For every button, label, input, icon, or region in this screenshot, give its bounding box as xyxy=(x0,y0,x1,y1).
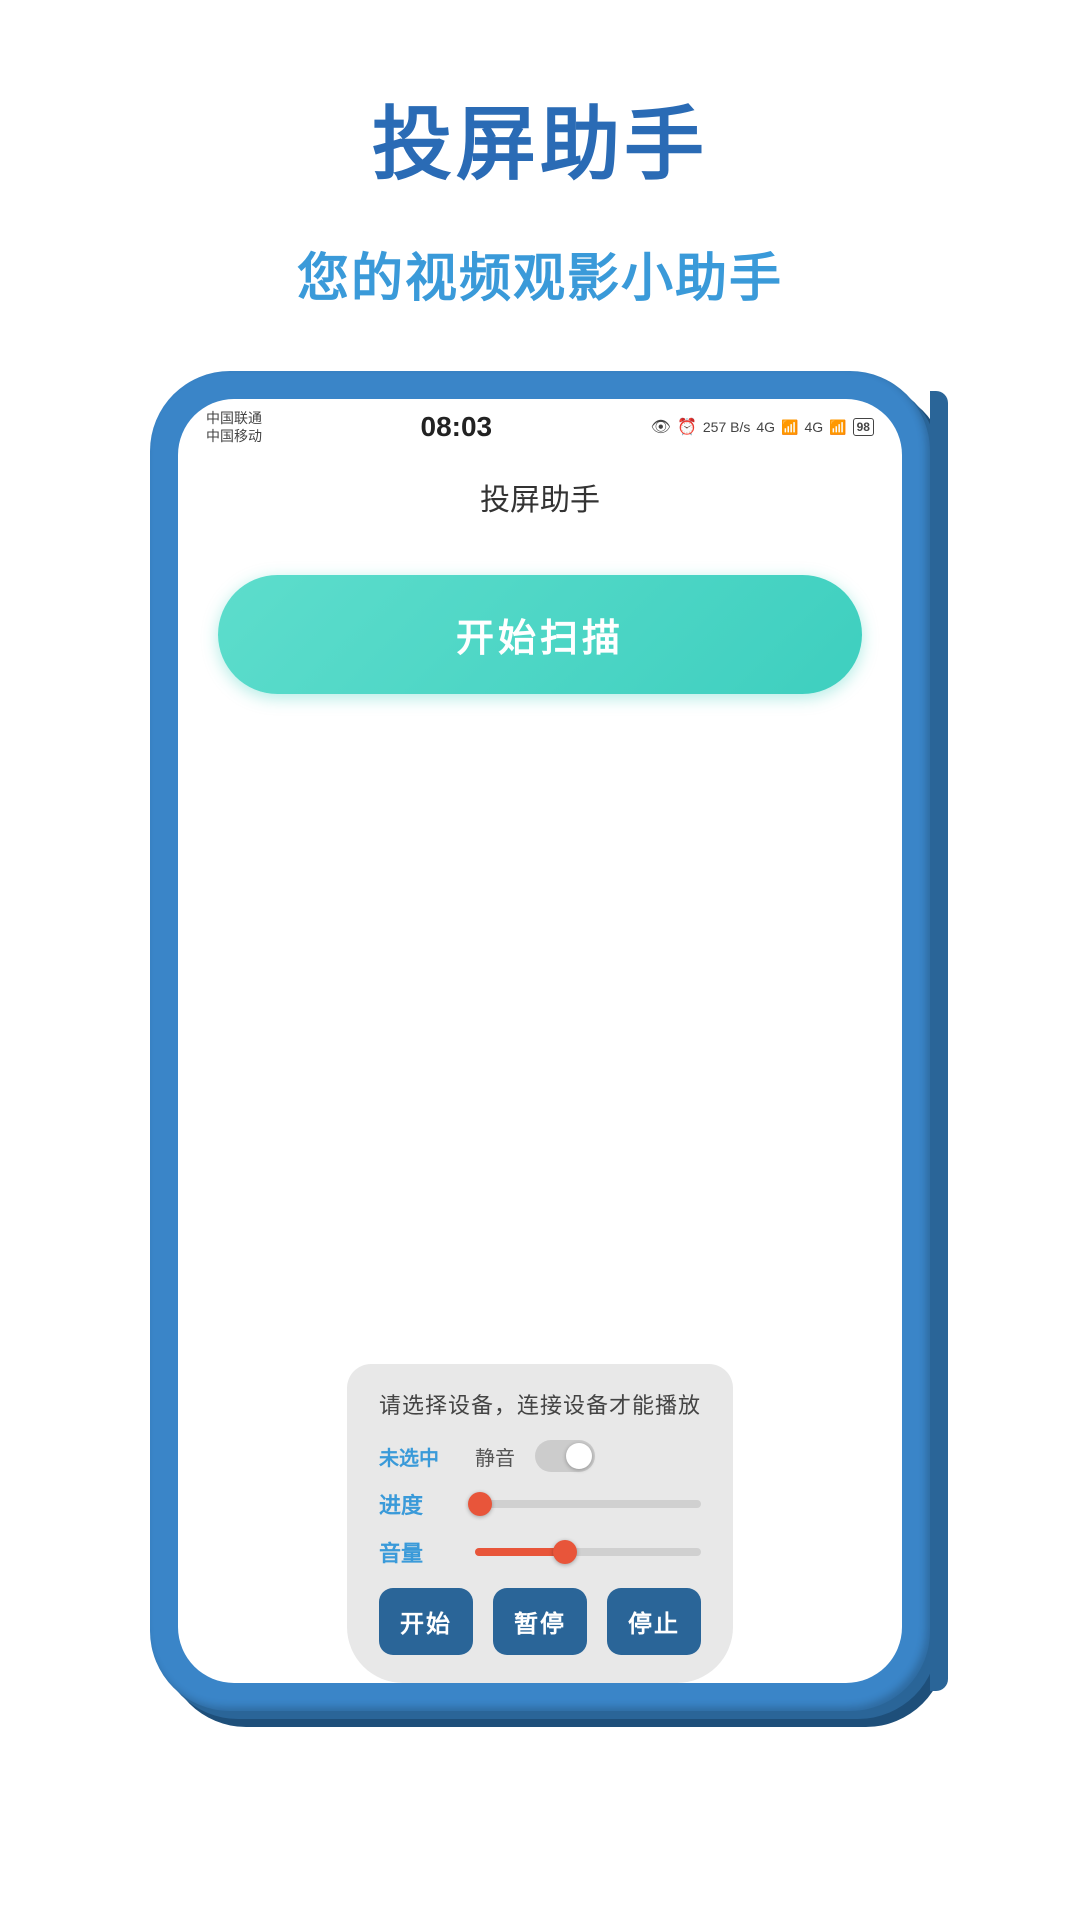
carrier2-label: 中国移动 xyxy=(206,427,262,445)
mute-text-label: 静音 xyxy=(475,1442,515,1471)
phone-mockup: 中国联通 中国移动 08:03 👁 ⏰ 257 B/s 4G 📶 4G 📶 98… xyxy=(150,371,930,1711)
signal1-icon: 4G xyxy=(756,419,775,435)
phone-frame: 中国联通 中国移动 08:03 👁 ⏰ 257 B/s 4G 📶 4G 📶 98… xyxy=(150,371,930,1711)
status-time: 08:03 xyxy=(421,410,493,444)
volume-control-row: 音量 xyxy=(379,1536,701,1568)
battery-level: 98 xyxy=(853,418,874,436)
device-hint-text: 请选择设备，连接设备才能播放 xyxy=(379,1388,701,1420)
eye-icon: 👁 xyxy=(651,417,671,437)
volume-fill xyxy=(475,1548,565,1556)
volume-thumb xyxy=(553,1540,577,1564)
network-speed: 257 B/s xyxy=(703,419,750,435)
signal-bars2: 📶 xyxy=(829,419,846,436)
progress-thumb xyxy=(468,1492,492,1516)
bottom-control-panel: 请选择设备，连接设备才能播放 未选中 静音 进度 xyxy=(347,1364,733,1683)
page-title: 投屏助手 xyxy=(372,80,708,196)
pause-button[interactable]: 暂停 xyxy=(493,1588,587,1655)
phone-screen: 中国联通 中国移动 08:03 👁 ⏰ 257 B/s 4G 📶 4G 📶 98… xyxy=(178,399,902,1683)
app-content: 开始扫描 请选择设备，连接设备才能播放 未选中 静音 xyxy=(178,539,902,1683)
signal2-icon: 4G xyxy=(805,419,824,435)
unselected-label: 未选中 xyxy=(379,1442,459,1471)
page-subtitle: 您的视频观影小助手 xyxy=(297,236,783,311)
volume-label: 音量 xyxy=(379,1536,459,1568)
toggle-thumb xyxy=(566,1443,592,1469)
status-bar: 中国联通 中国移动 08:03 👁 ⏰ 257 B/s 4G 📶 4G 📶 98 xyxy=(178,399,902,451)
status-carriers: 中国联通 中国移动 xyxy=(206,409,262,445)
start-button[interactable]: 开始 xyxy=(379,1588,473,1655)
volume-slider[interactable] xyxy=(475,1548,701,1556)
scan-button[interactable]: 开始扫描 xyxy=(218,575,862,694)
mute-toggle[interactable] xyxy=(535,1440,595,1472)
alarm-icon: ⏰ xyxy=(677,417,697,437)
progress-label: 进度 xyxy=(379,1488,459,1520)
carrier1-label: 中国联通 xyxy=(206,409,262,427)
mute-control-row: 未选中 静音 xyxy=(379,1440,701,1472)
app-screen-title: 投屏助手 xyxy=(178,451,902,539)
progress-slider[interactable] xyxy=(475,1500,701,1508)
status-icons: 👁 ⏰ 257 B/s 4G 📶 4G 📶 98 xyxy=(651,417,874,437)
signal-bars1: 📶 xyxy=(781,419,798,436)
stop-button[interactable]: 停止 xyxy=(607,1588,701,1655)
progress-control-row: 进度 xyxy=(379,1488,701,1520)
playback-action-row: 开始 暂停 停止 xyxy=(379,1588,701,1655)
